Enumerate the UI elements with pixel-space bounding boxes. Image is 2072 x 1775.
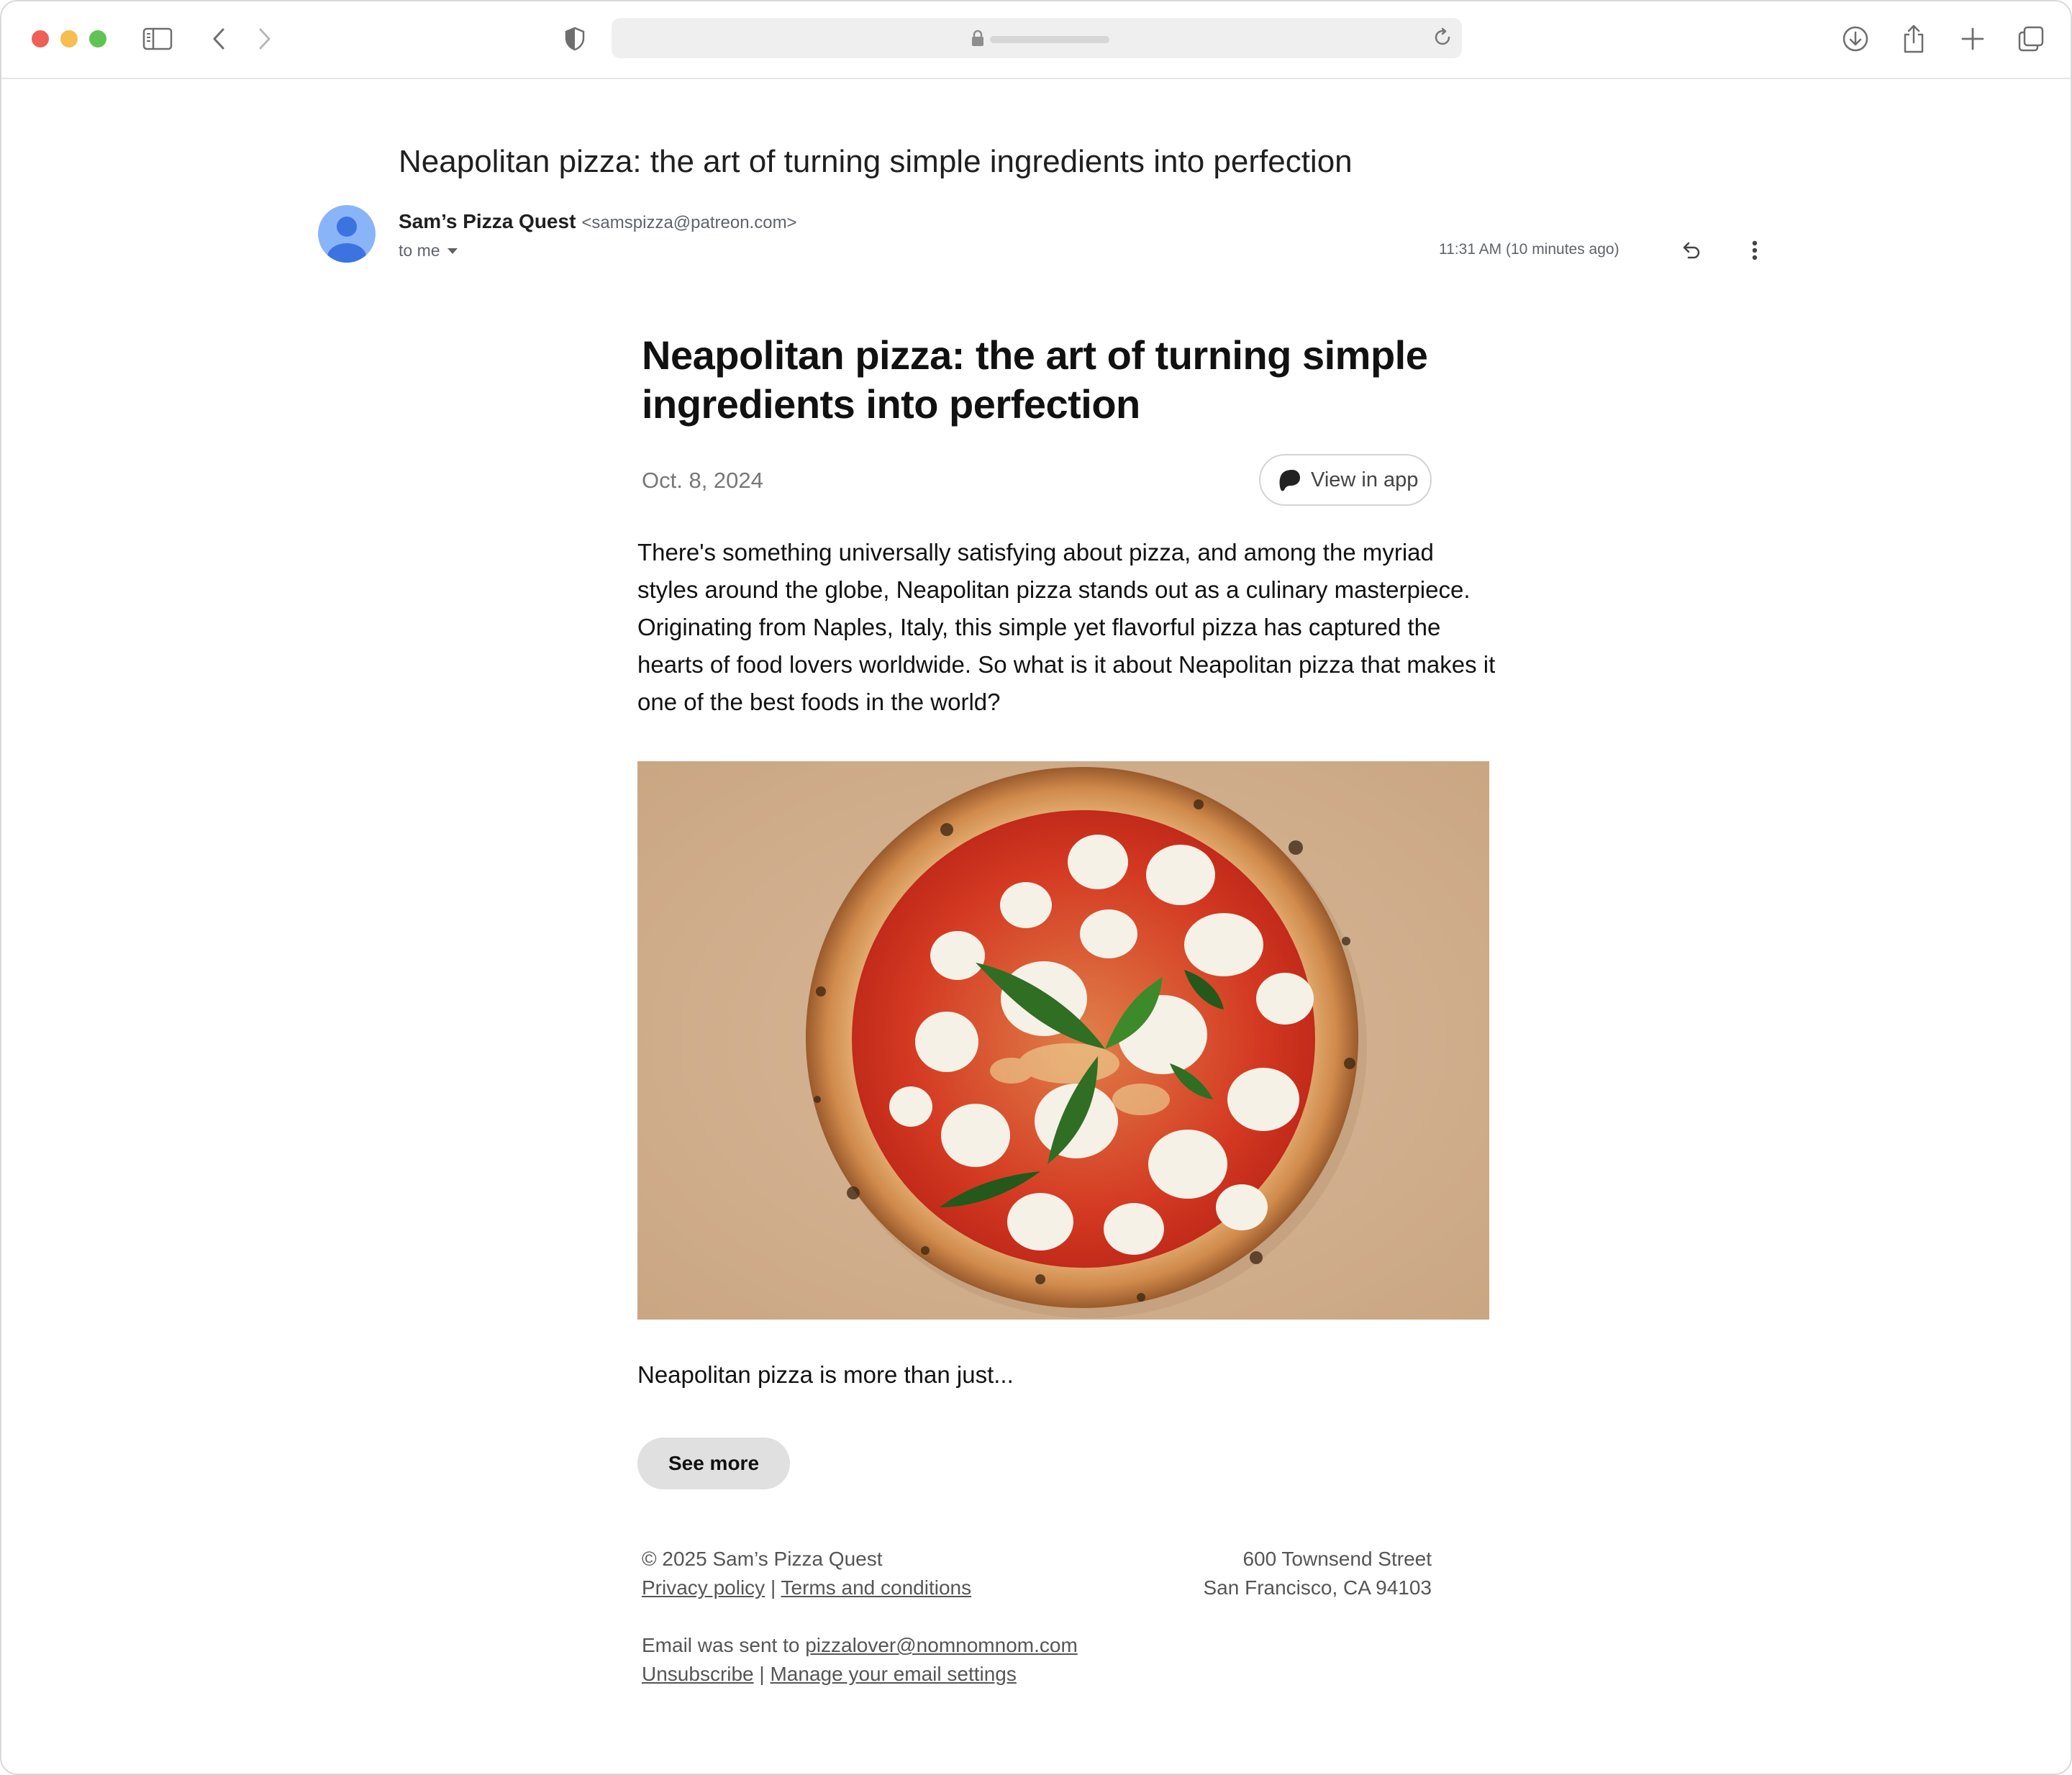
- more-options-icon[interactable]: [1739, 235, 1771, 266]
- sender-name[interactable]: Sam’s Pizza Quest: [399, 210, 576, 232]
- chevron-down-icon: [447, 248, 458, 254]
- sender-avatar[interactable]: [318, 205, 376, 263]
- email-subject: Neapolitan pizza: the art of turning sim…: [399, 144, 1353, 179]
- share-icon[interactable]: [1896, 22, 1931, 56]
- footer-left: © 2025 Sam’s Pizza Quest Privacy policy …: [642, 1545, 971, 1602]
- lock-icon: [971, 29, 984, 50]
- unsubscribe-link[interactable]: Unsubscribe: [642, 1663, 754, 1685]
- post-title: Neapolitan pizza: the art of turning sim…: [642, 332, 1428, 427]
- privacy-shield-icon[interactable]: [558, 22, 592, 56]
- view-in-app-label: View in app: [1311, 468, 1419, 491]
- recipients-toggle[interactable]: to me: [399, 241, 458, 260]
- new-tab-icon[interactable]: [1955, 22, 1990, 56]
- address-line-1: 600 Townsend Street: [1242, 1548, 1432, 1570]
- patreon-logo-icon: [1279, 470, 1300, 491]
- tab-overview-icon[interactable]: [2014, 22, 2048, 56]
- footer-separator: |: [770, 1576, 776, 1599]
- recipient-email-link[interactable]: pizzalover@nomnomnom.com: [805, 1634, 1078, 1656]
- footer-address: 600 Townsend Street San Francisco, CA 94…: [1203, 1545, 1432, 1602]
- browser-toolbar: [1, 1, 2071, 79]
- privacy-policy-link[interactable]: Privacy policy: [642, 1576, 765, 1599]
- minimize-window-button[interactable]: [60, 30, 78, 47]
- post-date: Oct. 8, 2024: [642, 468, 763, 493]
- post-teaser: Neapolitan pizza is more than just...: [637, 1361, 1014, 1388]
- sent-to-label: Email was sent to: [642, 1634, 800, 1656]
- pizza-photo: [637, 761, 1489, 1320]
- view-in-app-button[interactable]: View in app: [1259, 454, 1432, 506]
- reply-icon[interactable]: [1675, 235, 1707, 266]
- footer-copyright: © 2025 Sam’s Pizza Quest: [642, 1548, 883, 1570]
- url-text-redacted: [990, 36, 1109, 43]
- email-timestamp: 11:31 AM (10 minutes ago): [1439, 241, 1619, 258]
- close-window-button[interactable]: [32, 30, 49, 47]
- footer-separator-2: |: [759, 1663, 765, 1685]
- forward-icon[interactable]: [247, 22, 282, 56]
- terms-link[interactable]: Terms and conditions: [781, 1576, 972, 1599]
- see-more-button[interactable]: See more: [637, 1438, 790, 1489]
- reload-icon[interactable]: [1432, 27, 1453, 52]
- download-icon[interactable]: [1838, 22, 1873, 56]
- address-line-2: San Francisco, CA 94103: [1203, 1576, 1432, 1599]
- sender-email: <samspizza@patreon.com>: [581, 213, 797, 232]
- sender-line: Sam’s Pizza Quest <samspizza@patreon.com>: [399, 210, 797, 233]
- recipients-label: to me: [399, 241, 440, 260]
- back-icon[interactable]: [201, 22, 236, 56]
- footer-email-info: Email was sent to pizzalover@nomnomnom.c…: [642, 1631, 1078, 1689]
- address-bar[interactable]: [612, 18, 1462, 58]
- post-body: There's something universally satisfying…: [637, 539, 1496, 715]
- zoom-window-button[interactable]: [89, 30, 106, 47]
- browser-window: Neapolitan pizza: the art of turning sim…: [0, 0, 2072, 1775]
- manage-settings-link[interactable]: Manage your email settings: [770, 1663, 1016, 1685]
- sidebar-icon[interactable]: [140, 22, 175, 56]
